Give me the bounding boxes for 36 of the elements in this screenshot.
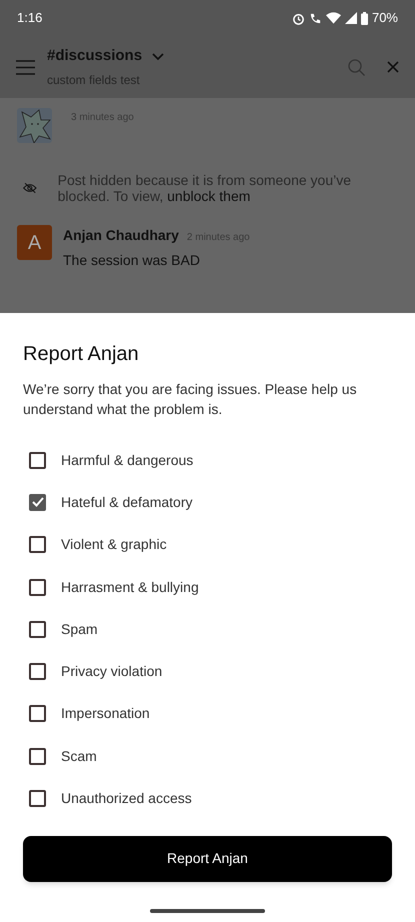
sheet-title: Report Anjan — [23, 342, 140, 367]
hidden-post-notice: Post hidden because it is from someone you’ve blocked. To view, unblock them — [58, 172, 352, 204]
option-label[interactable]: Hateful & defamatory — [61, 492, 193, 513]
checkbox[interactable] — [29, 578, 46, 596]
alarm-icon — [292, 12, 305, 24]
avatar: A — [17, 225, 52, 260]
option-label[interactable]: Harrasment & bullying — [61, 576, 199, 598]
checkbox[interactable] — [29, 536, 46, 554]
report-button[interactable]: Report Anjan — [23, 836, 392, 882]
close-icon[interactable] — [387, 61, 399, 73]
phone-icon — [308, 12, 322, 24]
option-label[interactable]: Impersonation — [61, 703, 150, 724]
chevron-down-icon[interactable] — [152, 52, 164, 60]
option-label[interactable]: Spam — [61, 618, 98, 640]
checkbox[interactable] — [29, 663, 46, 680]
message-text: The session was BAD — [63, 251, 201, 270]
checkbox[interactable] — [29, 452, 46, 469]
option-label[interactable]: Unauthorized access — [61, 788, 192, 810]
menu-icon[interactable] — [16, 60, 35, 74]
battery-level: 70% — [372, 9, 398, 28]
checkbox[interactable] — [29, 620, 46, 638]
status-time: 1:16 — [17, 9, 42, 28]
checkbox[interactable] — [29, 748, 46, 765]
option-label[interactable]: Privacy violation — [61, 661, 162, 682]
eye-slash-icon — [23, 180, 37, 196]
wifi-icon — [326, 12, 341, 24]
checkbox[interactable] — [29, 790, 46, 808]
checkbox[interactable] — [29, 705, 46, 722]
option-label[interactable]: Scam — [61, 746, 97, 767]
sheet-description: We’re sorry that you are facing issues. Please help us understand what the problem is. — [23, 380, 358, 419]
star-avatar-icon — [17, 108, 52, 143]
option-label[interactable]: Harmful & dangerous — [61, 450, 194, 471]
signal-icon — [344, 12, 357, 24]
option-label[interactable]: Violent & graphic — [61, 534, 167, 556]
battery-icon — [360, 12, 368, 24]
checkbox[interactable] — [29, 494, 46, 511]
